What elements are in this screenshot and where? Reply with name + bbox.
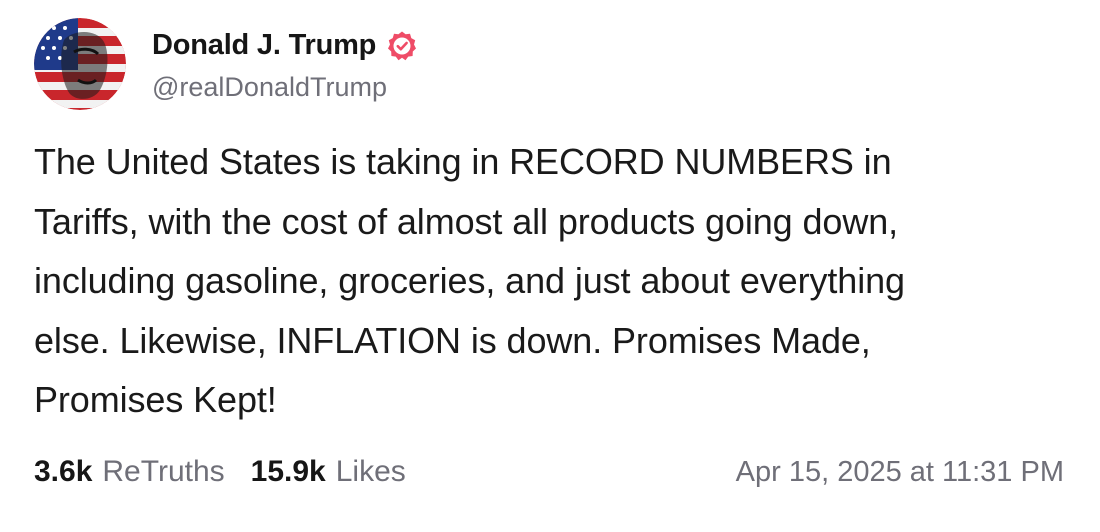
retruths-stat[interactable]: 3.6k ReTruths bbox=[34, 455, 225, 489]
likes-stat[interactable]: 15.9k Likes bbox=[251, 455, 406, 489]
verified-badge-icon bbox=[386, 30, 418, 62]
author-name-row: Donald J. Trump bbox=[152, 26, 418, 66]
post-body-line: else. Likewise, INFLATION is down. Promi… bbox=[34, 319, 871, 361]
post-body-line: Promises Kept! bbox=[34, 379, 277, 420]
post-timestamp[interactable]: Apr 15, 2025 at 11:31 PM bbox=[736, 456, 1064, 489]
post-body: The United States is taking in RECORD NU… bbox=[34, 132, 1074, 430]
post-body-line: including gasoline, groceries, and just … bbox=[34, 260, 905, 301]
post-body-line: Tariffs, with the cost of almost all pro… bbox=[34, 200, 899, 242]
author-info: Donald J. Trump @realDonaldTrump bbox=[152, 26, 418, 103]
retruths-label: ReTruths bbox=[102, 455, 225, 488]
author-display-name[interactable]: Donald J. Trump bbox=[152, 29, 376, 62]
likes-label: Likes bbox=[335, 455, 406, 488]
post-card: Donald J. Trump @realDonaldTrump The Uni… bbox=[0, 0, 1100, 532]
post-header: Donald J. Trump @realDonaldTrump bbox=[34, 18, 418, 110]
avatar-image bbox=[34, 18, 126, 110]
author-handle[interactable]: @realDonaldTrump bbox=[152, 72, 418, 103]
likes-count: 15.9k bbox=[250, 455, 326, 488]
retruths-count: 3.6k bbox=[34, 455, 93, 488]
post-body-line: The United States is taking in RECORD NU… bbox=[34, 141, 892, 182]
post-footer: 3.6k ReTruths 15.9k Likes Apr 15, 2025 a… bbox=[34, 455, 1064, 489]
avatar[interactable] bbox=[34, 18, 126, 110]
